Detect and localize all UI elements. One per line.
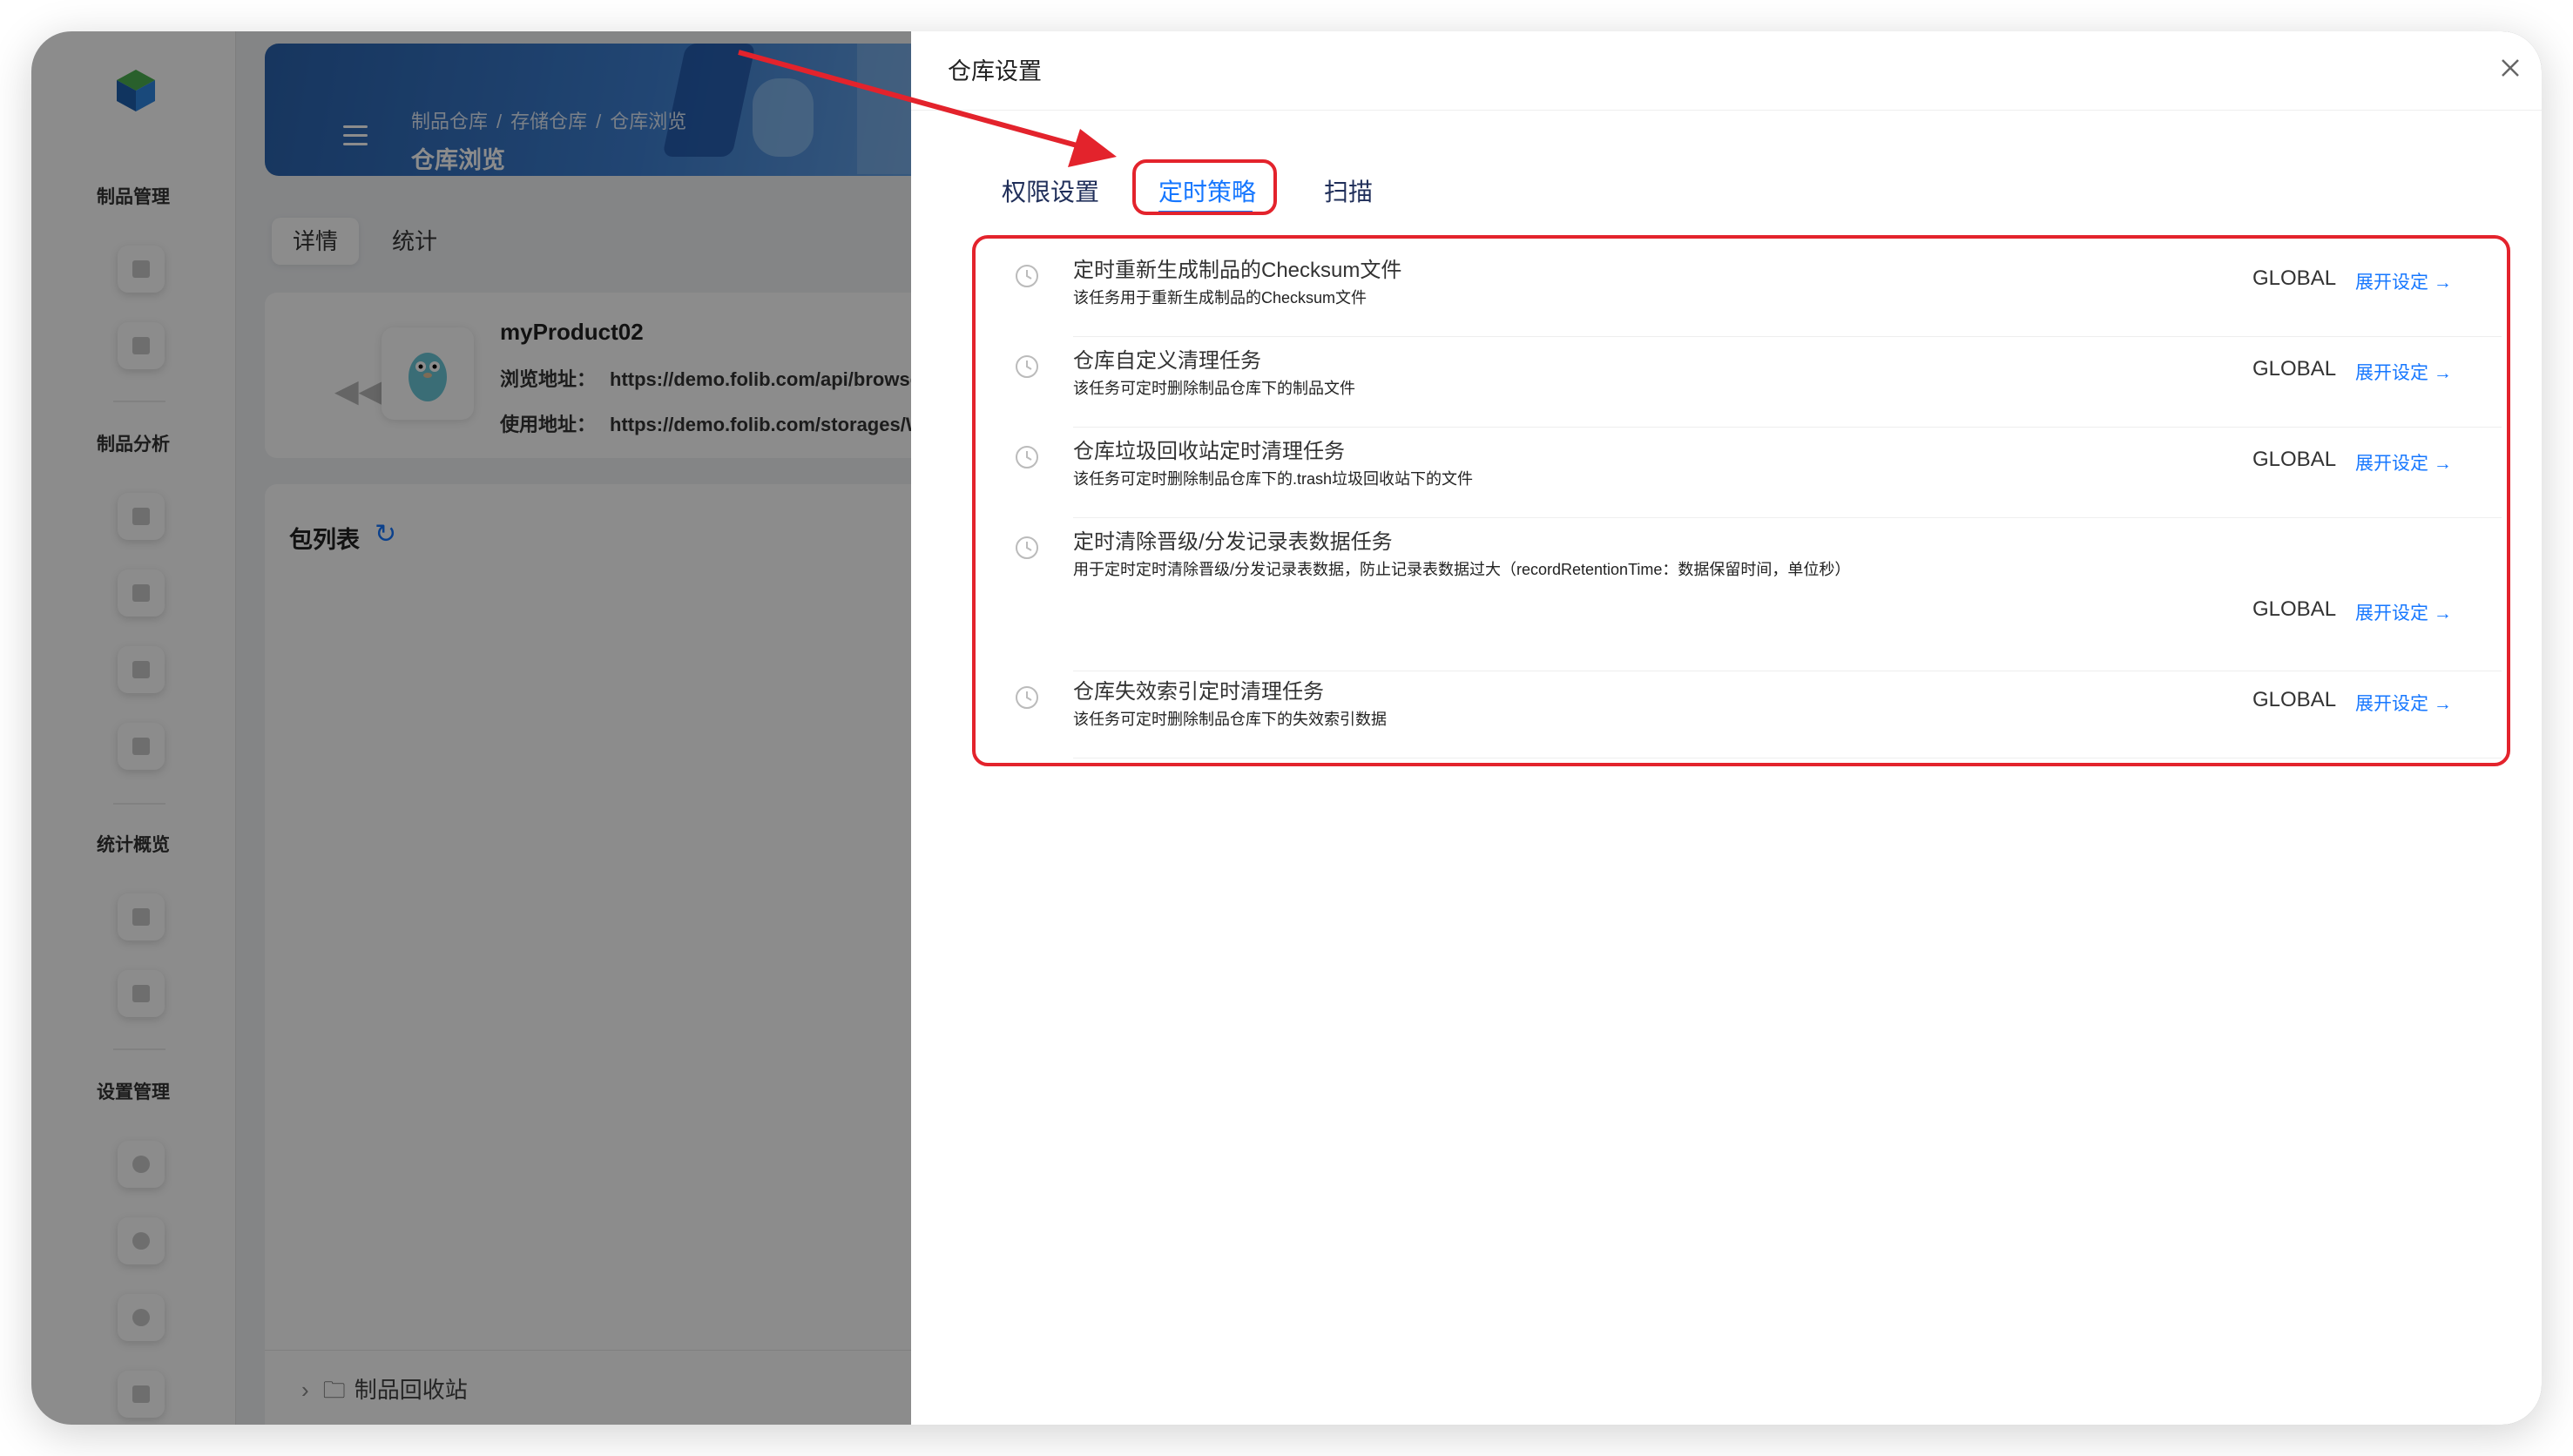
- policy-description: 用于定时定时清除晋级/分发记录表数据，防止记录表数据过大（recordReten…: [1073, 561, 1851, 578]
- policy-description: 该任务可定时删除制品仓库下的失效索引数据: [1073, 711, 1387, 728]
- policy-title: 仓库自定义清理任务: [1073, 349, 1261, 373]
- expand-settings-link[interactable]: 展开设定 →: [2355, 359, 2452, 385]
- expand-settings-label: 展开设定: [2355, 363, 2428, 383]
- clock-icon: [1016, 265, 1038, 287]
- policy-description: 该任务可定时删除制品仓库下的制品文件: [1073, 380, 1355, 397]
- clock-icon: [1016, 446, 1038, 468]
- policy-scope: GLOBAL: [2252, 688, 2337, 711]
- policy-scope: GLOBAL: [2252, 597, 2337, 621]
- arrow-right-icon: →: [2433, 273, 2452, 293]
- policy-scope: GLOBAL: [2252, 448, 2337, 471]
- settings-drawer: 仓库设置 权限设置 定时策略 扫描 定时重新生成制品的Checksum文件 该任…: [911, 31, 2542, 1425]
- clock-icon: [1016, 536, 1038, 559]
- policy-scope: GLOBAL: [2252, 357, 2337, 381]
- policy-description: 该任务用于重新生成制品的Checksum文件: [1073, 289, 1368, 307]
- expand-settings-label: 展开设定: [2355, 603, 2428, 624]
- divider: [1073, 517, 2502, 518]
- arrow-right-icon: →: [2433, 454, 2452, 474]
- policy-scope: GLOBAL: [2252, 266, 2337, 290]
- policy-title: 定时清除晋级/分发记录表数据任务: [1073, 530, 1393, 554]
- expand-settings-label: 展开设定: [2355, 694, 2428, 714]
- divider: [1073, 336, 2502, 337]
- app-window: 制品管理 制品分析 统计概览 设置管理 制品仓库 / 存储仓库 / 仓库浏览 仓库浏览 …: [31, 31, 2542, 1425]
- expand-settings-link[interactable]: 展开设定 →: [2355, 268, 2452, 294]
- policy-title: 仓库垃圾回收站定时清理任务: [1073, 440, 1345, 463]
- policy-description: 该任务可定时删除制品仓库下的.trash垃圾回收站下的文件: [1073, 470, 1474, 488]
- tab-scan[interactable]: 扫描: [1324, 171, 1373, 214]
- expand-settings-link[interactable]: 展开设定 →: [2355, 690, 2452, 716]
- arrow-right-icon: →: [2433, 363, 2452, 383]
- annotation-highlight: [1132, 159, 1277, 215]
- clock-icon: [1016, 686, 1038, 709]
- expand-settings-label: 展开设定: [2355, 454, 2428, 474]
- clock-icon: [1016, 355, 1038, 378]
- divider: [1073, 427, 2502, 428]
- drawer-title: 仓库设置: [948, 58, 1042, 84]
- close-icon[interactable]: [2498, 56, 2522, 80]
- expand-settings-link[interactable]: 展开设定 →: [2355, 449, 2452, 475]
- policy-title: 仓库失效索引定时清理任务: [1073, 680, 1324, 704]
- arrow-right-icon: →: [2433, 694, 2452, 714]
- expand-settings-link[interactable]: 展开设定 →: [2355, 599, 2452, 625]
- policy-title: 定时重新生成制品的Checksum文件: [1073, 259, 1402, 282]
- drawer-header: 仓库设置: [911, 31, 2542, 111]
- tab-permission-settings[interactable]: 权限设置: [1002, 171, 1099, 214]
- arrow-right-icon: →: [2433, 603, 2452, 624]
- expand-settings-label: 展开设定: [2355, 273, 2428, 293]
